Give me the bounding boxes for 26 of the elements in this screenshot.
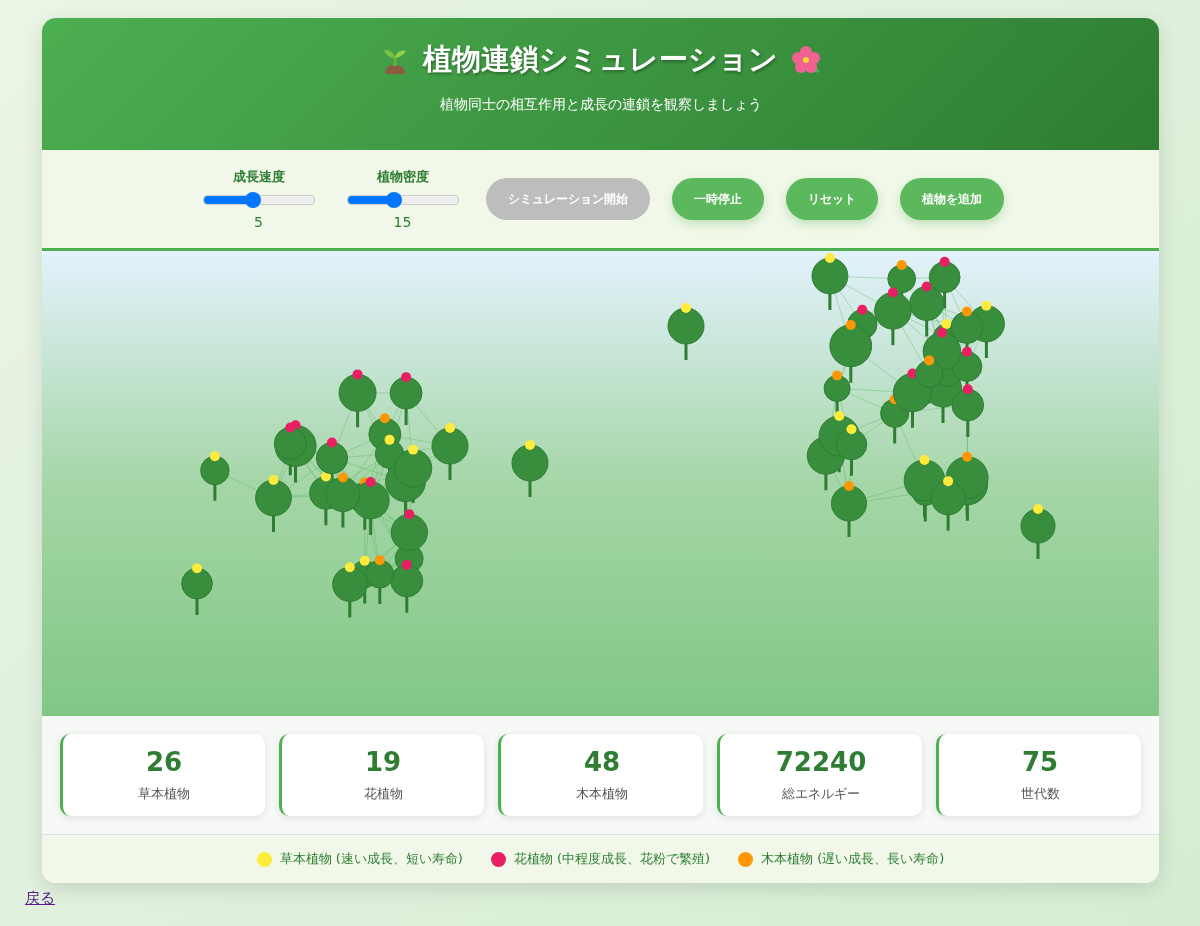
slider-label: 成長速度 [232,168,285,186]
stat-label: 木本植物 [576,785,628,803]
legend-label: 草本植物 (速い成長、短い寿命) [279,850,463,868]
stat-value: 48 [583,747,621,777]
stat-value: 72240 [775,747,867,777]
stat-label: 総エネルギー [782,785,860,803]
action-button[interactable]: 植物を追加 [899,178,1004,220]
flower-icon [790,44,822,76]
slider[interactable] [202,192,315,208]
slider-value: 5 [254,214,263,230]
slider-label: 植物密度 [376,168,429,186]
slider[interactable] [346,192,459,208]
legend-label: 花植物 (中程度成長、花粉で繁殖) [513,850,711,868]
stat-label: 花植物 [363,785,403,803]
back-link[interactable]: 戻る [25,889,55,908]
action-button[interactable]: リセット [785,178,878,220]
legend-label: 木本植物 (遅い成長、長い寿命) [761,850,945,868]
app-title: 植物連鎖シミュレーション [423,41,778,78]
action-button[interactable]: 一時停止 [671,178,764,220]
stat-label: 草本植物 [138,785,190,803]
stat-value: 19 [364,747,402,777]
stat-label: 世代数 [1020,785,1060,803]
slider-value: 15 [393,214,412,230]
stat-value: 26 [145,747,183,777]
stat-value: 75 [1021,747,1059,777]
app-subtitle: 植物同士の相互作用と成長の連鎖を観察しましょう [438,96,763,114]
